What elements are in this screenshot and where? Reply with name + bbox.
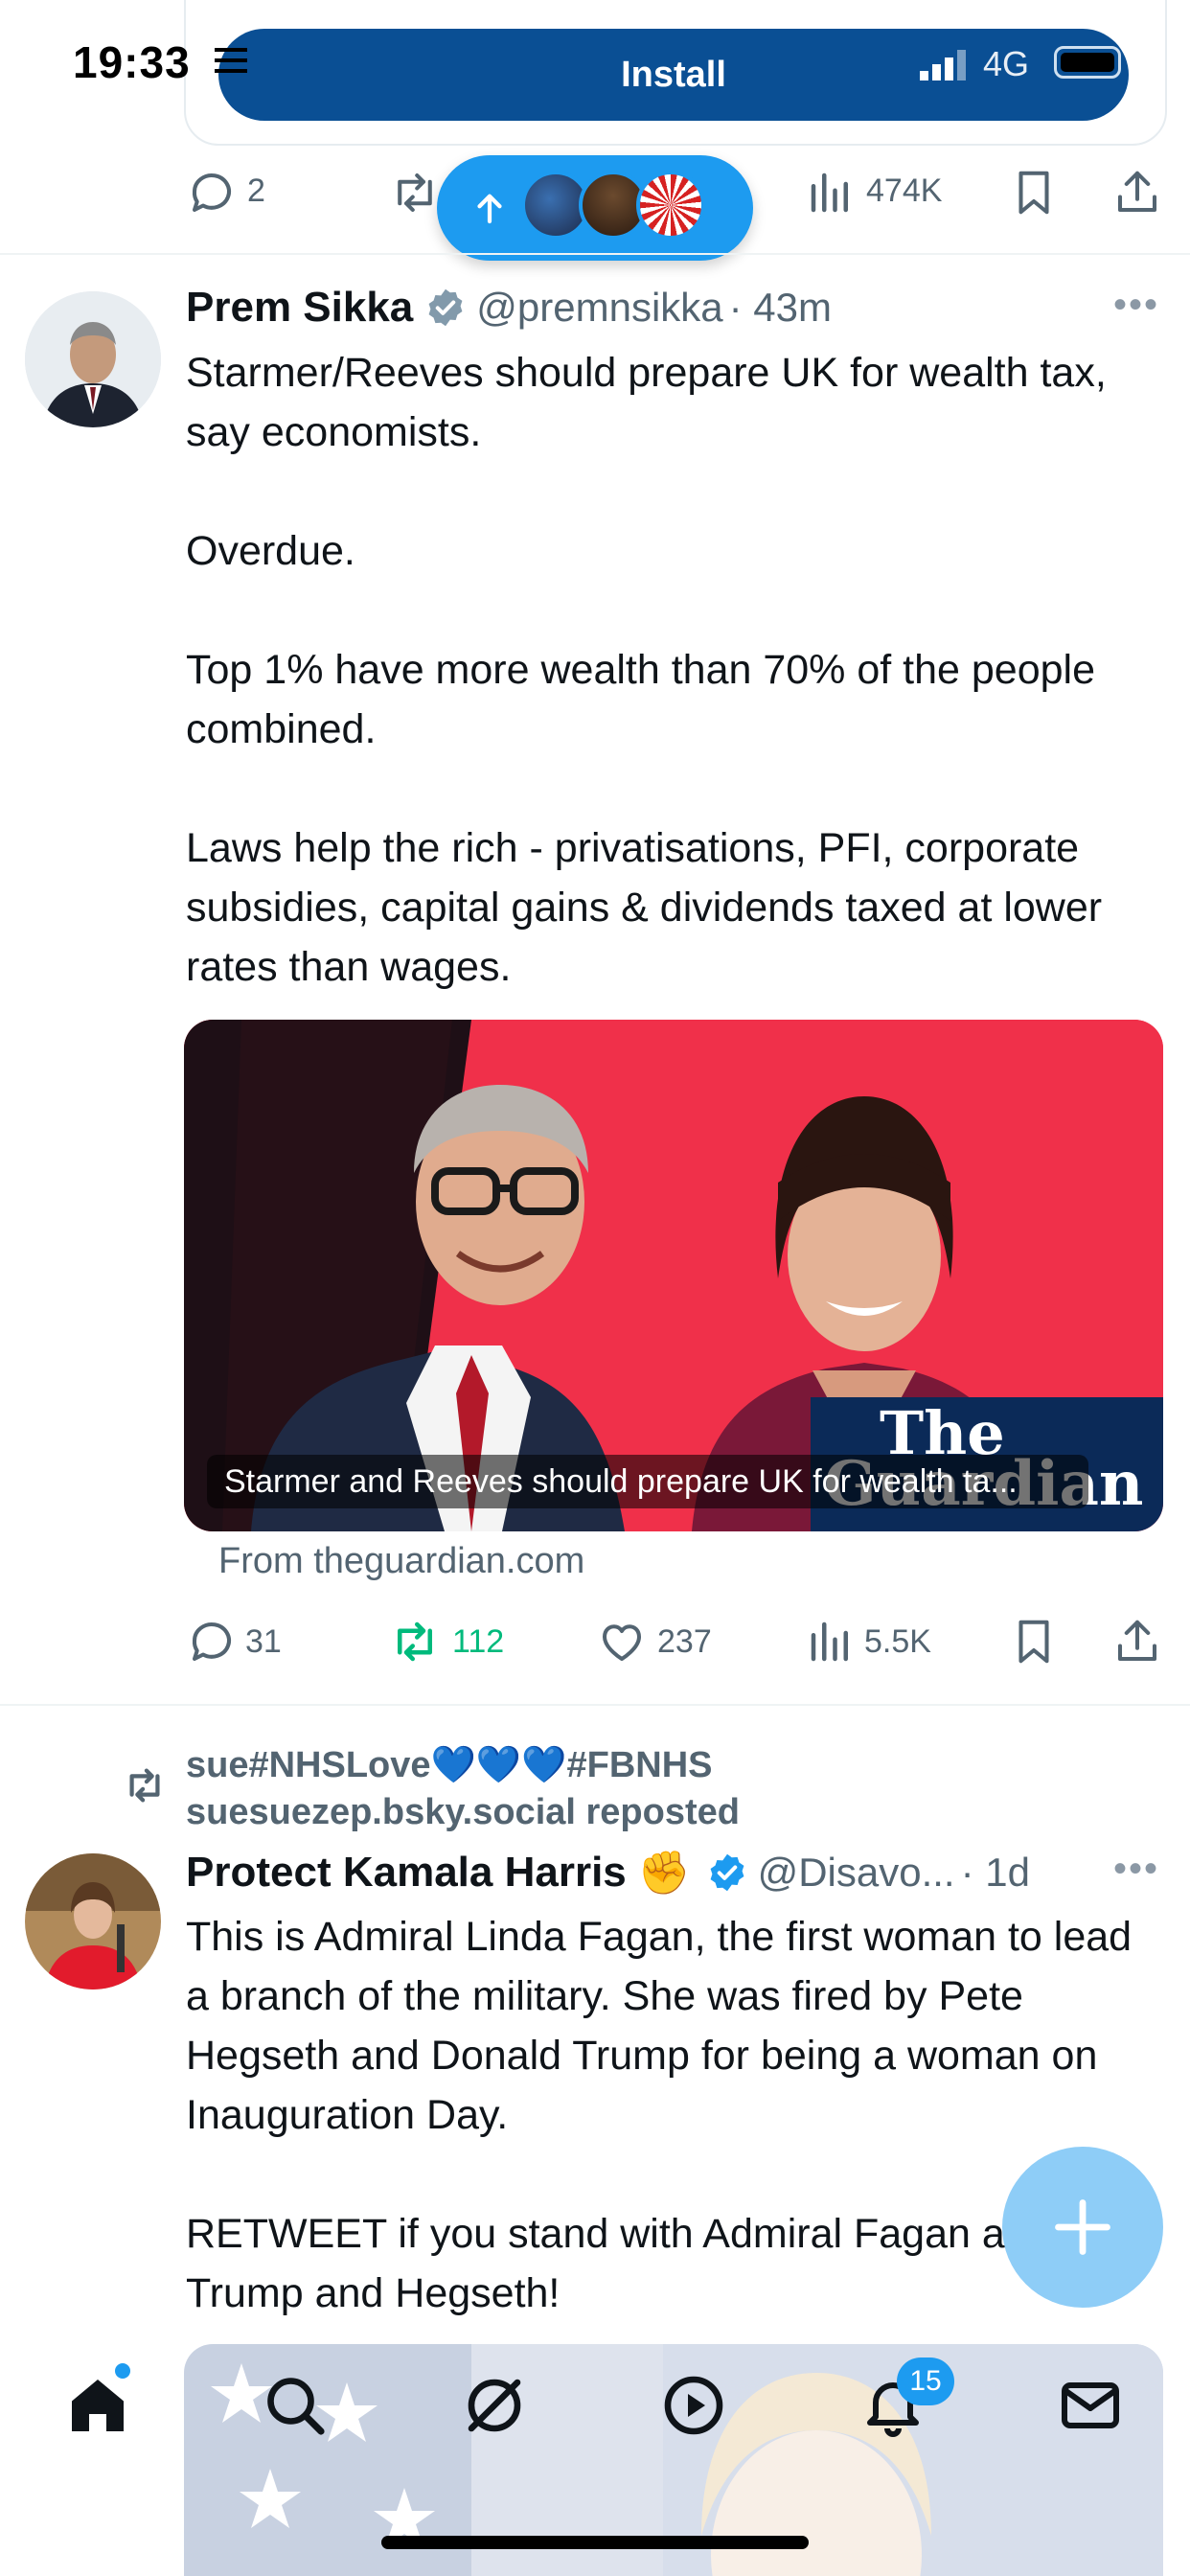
signal-icon	[920, 50, 966, 80]
views-icon[interactable]	[805, 167, 857, 218]
compose-button[interactable]	[1002, 2147, 1163, 2308]
divider	[0, 1704, 1190, 1706]
status-time: 19:33	[73, 37, 191, 87]
person-avatar-image	[25, 291, 161, 427]
tweet-header: Protect Kamala Harris ✊ @Disavo... · 1d	[186, 1848, 1030, 1898]
verified-badge-icon	[428, 288, 463, 327]
avatar[interactable]	[25, 1853, 161, 1990]
search-icon[interactable]	[261, 2371, 330, 2440]
tweet-text: Starmer/Reeves should prepare UK for wea…	[186, 350, 1107, 990]
home-indicator	[381, 2536, 809, 2549]
avatar[interactable]	[25, 291, 161, 427]
reposted-by-name[interactable]: sue#NHSLove💙💙💙#FBNHS	[186, 1744, 713, 1786]
fist-emoji: ✊	[637, 1850, 691, 1897]
author-handle[interactable]: @Disavo...	[758, 1850, 955, 1896]
tweet-text: This is Admiral Linda Fagan, the first w…	[186, 1914, 1133, 2316]
author-name[interactable]: Prem Sikka	[186, 284, 413, 332]
notifications-badge: 15	[897, 2358, 954, 2405]
bookmark-icon[interactable]	[1008, 1616, 1060, 1668]
card-source[interactable]: From theguardian.com	[218, 1541, 584, 1582]
new-post-avatar	[636, 171, 705, 240]
repost-count: 112	[452, 1623, 505, 1660]
home-unread-dot	[115, 2363, 130, 2379]
views-icon[interactable]	[805, 1616, 857, 1668]
share-icon[interactable]	[1111, 1616, 1163, 1668]
reposted-by-label[interactable]: suesuezep.bsky.social reposted	[186, 1792, 740, 1833]
plus-icon	[1055, 2199, 1110, 2255]
verified-badge-icon	[710, 1853, 744, 1892]
battery-icon	[1054, 46, 1121, 79]
repost-indicator-icon	[129, 1768, 160, 1803]
repost-icon[interactable]	[389, 167, 441, 218]
share-icon[interactable]	[1111, 167, 1163, 218]
author-handle[interactable]: @premnsikka	[476, 285, 722, 331]
post-time: · 1d	[960, 1850, 1030, 1895]
menu-lines-icon	[215, 48, 247, 73]
person-avatar-image	[25, 1853, 161, 1990]
more-options-icon[interactable]: •••	[1113, 284, 1159, 327]
post-time: · 43m	[728, 285, 833, 330]
reply-count: 31	[245, 1623, 282, 1660]
divider	[0, 253, 1190, 255]
home-icon[interactable]	[63, 2371, 132, 2440]
arrow-up-icon	[477, 194, 502, 224]
more-options-icon[interactable]: •••	[1113, 1848, 1159, 1891]
reply-count: 2	[247, 172, 265, 209]
bookmark-icon[interactable]	[1008, 167, 1060, 218]
tweet-header: Prem Sikka @premnsikka · 43m	[186, 284, 832, 332]
author-name[interactable]: Protect Kamala Harris	[186, 1849, 627, 1897]
like-icon[interactable]	[596, 1616, 648, 1668]
video-play-icon[interactable]	[659, 2371, 728, 2440]
views-count: 5.5K	[864, 1623, 931, 1660]
repost-icon[interactable]	[389, 1616, 441, 1668]
messages-mail-icon[interactable]	[1056, 2371, 1125, 2440]
grok-icon[interactable]	[460, 2371, 529, 2440]
reply-icon[interactable]	[186, 167, 238, 218]
reply-icon[interactable]	[186, 1616, 238, 1668]
network-type: 4G	[983, 44, 1030, 83]
like-count: 237	[657, 1623, 712, 1660]
views-count: 474K	[866, 172, 943, 209]
card-caption: Starmer and Reeves should prepare UK for…	[207, 1455, 1088, 1508]
